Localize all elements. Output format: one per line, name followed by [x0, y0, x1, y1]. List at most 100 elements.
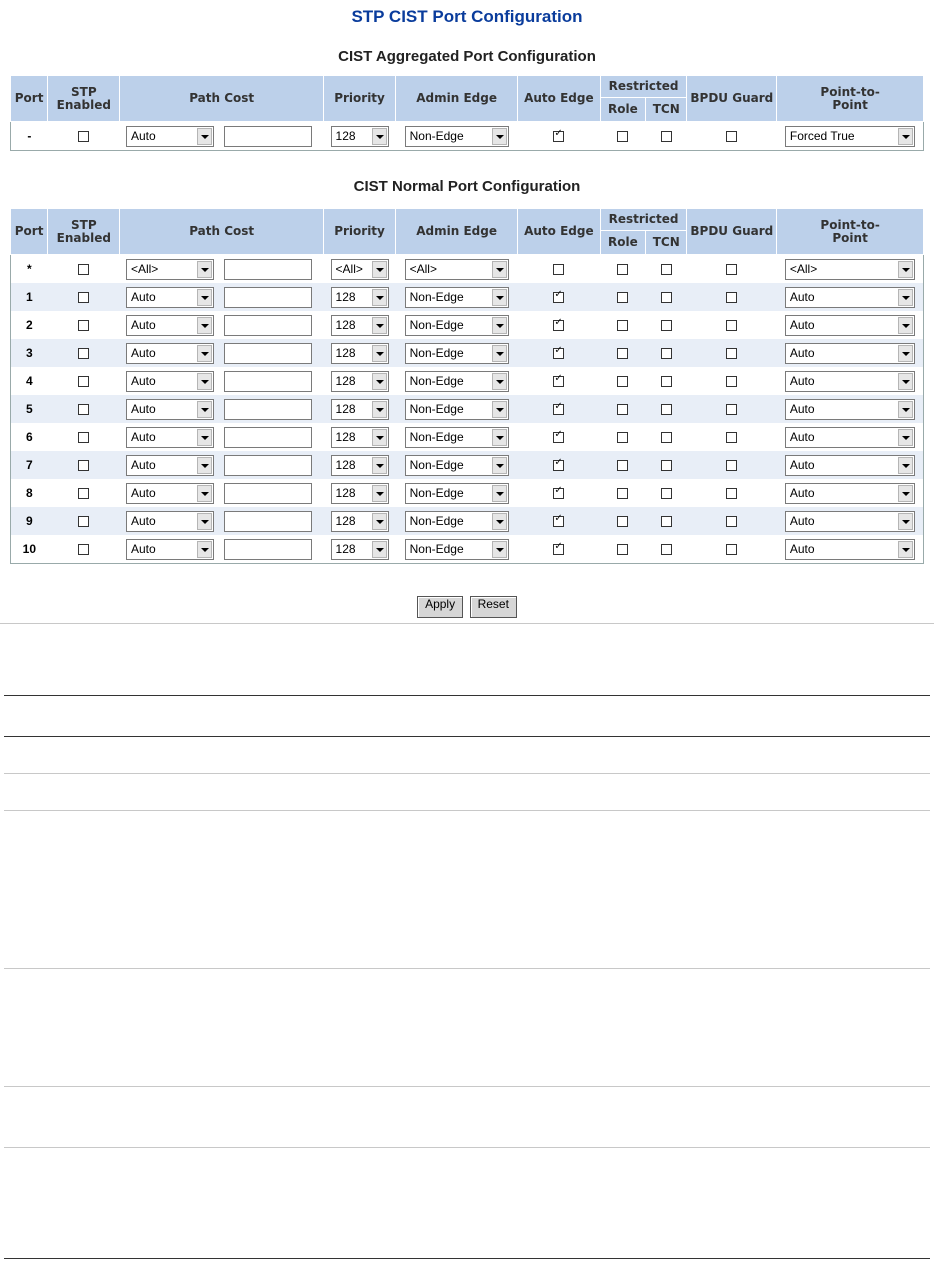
restricted-tcn-checkbox[interactable]: [660, 131, 672, 143]
chevron-down-icon[interactable]: [897, 316, 913, 334]
chevron-down-icon[interactable]: [371, 372, 387, 390]
point-to-point-select[interactable]: Forced True: [784, 125, 915, 147]
chevron-down-icon[interactable]: [491, 512, 507, 530]
restricted-role-checkbox[interactable]: [617, 488, 629, 500]
path-cost-select[interactable]: Auto: [125, 510, 214, 532]
chevron-down-icon[interactable]: [491, 260, 507, 278]
auto-edge-checkbox[interactable]: [553, 541, 565, 556]
auto-edge-checkbox[interactable]: [553, 401, 565, 416]
bpdu-guard-checkbox[interactable]: [726, 432, 738, 444]
path-cost-select[interactable]: Auto: [125, 342, 214, 364]
path-cost-select[interactable]: Auto: [125, 454, 214, 476]
priority-select[interactable]: 128: [330, 314, 389, 336]
chevron-down-icon[interactable]: [491, 456, 507, 474]
chevron-down-icon[interactable]: [897, 344, 913, 362]
priority-select[interactable]: 128: [330, 398, 389, 420]
path-cost-input[interactable]: [223, 370, 312, 392]
stp-enabled-checkbox[interactable]: [78, 544, 90, 556]
restricted-role-checkbox[interactable]: [617, 460, 629, 472]
bpdu-guard-checkbox[interactable]: [726, 264, 738, 276]
chevron-down-icon[interactable]: [371, 344, 387, 362]
priority-select[interactable]: 128: [330, 125, 389, 147]
chevron-down-icon[interactable]: [371, 288, 387, 306]
restricted-role-checkbox[interactable]: [617, 292, 629, 304]
restricted-tcn-checkbox[interactable]: [660, 348, 672, 360]
stp-enabled-checkbox[interactable]: [78, 460, 90, 472]
stp-enabled-checkbox[interactable]: [78, 348, 90, 360]
chevron-down-icon[interactable]: [491, 316, 507, 334]
path-cost-input[interactable]: [223, 342, 312, 364]
chevron-down-icon[interactable]: [371, 456, 387, 474]
chevron-down-icon[interactable]: [897, 428, 913, 446]
bpdu-guard-checkbox[interactable]: [726, 348, 738, 360]
admin-edge-select[interactable]: Non-Edge: [404, 398, 509, 420]
priority-select[interactable]: 128: [330, 286, 389, 308]
auto-edge-checkbox[interactable]: [553, 457, 565, 472]
restricted-role-checkbox[interactable]: [617, 320, 629, 332]
path-cost-select[interactable]: Auto: [125, 426, 214, 448]
stp-enabled-checkbox[interactable]: [78, 376, 90, 388]
auto-edge-checkbox[interactable]: [553, 289, 565, 304]
path-cost-select[interactable]: Auto: [125, 314, 214, 336]
stp-enabled-checkbox[interactable]: [78, 320, 90, 332]
point-to-point-select[interactable]: <All>: [784, 258, 915, 280]
admin-edge-select[interactable]: Non-Edge: [404, 286, 509, 308]
chevron-down-icon[interactable]: [897, 512, 913, 530]
admin-edge-select[interactable]: Non-Edge: [404, 314, 509, 336]
chevron-down-icon[interactable]: [196, 428, 212, 446]
chevron-down-icon[interactable]: [196, 456, 212, 474]
priority-select[interactable]: 128: [330, 342, 389, 364]
restricted-tcn-checkbox[interactable]: [660, 292, 672, 304]
auto-edge-checkbox[interactable]: [553, 513, 565, 528]
restricted-role-checkbox[interactable]: [617, 264, 629, 276]
priority-select[interactable]: 128: [330, 426, 389, 448]
path-cost-input[interactable]: [223, 398, 312, 420]
restricted-tcn-checkbox[interactable]: [660, 544, 672, 556]
chevron-down-icon[interactable]: [196, 484, 212, 502]
chevron-down-icon[interactable]: [196, 127, 212, 145]
admin-edge-select[interactable]: Non-Edge: [404, 342, 509, 364]
admin-edge-select[interactable]: Non-Edge: [404, 510, 509, 532]
point-to-point-select[interactable]: Auto: [784, 398, 915, 420]
restricted-role-checkbox[interactable]: [617, 131, 629, 143]
auto-edge-checkbox[interactable]: [553, 317, 565, 332]
admin-edge-select[interactable]: <All>: [404, 258, 509, 280]
path-cost-select[interactable]: Auto: [125, 286, 214, 308]
chevron-down-icon[interactable]: [897, 127, 913, 145]
bpdu-guard-checkbox[interactable]: [726, 376, 738, 388]
apply-button[interactable]: Apply: [417, 596, 464, 618]
admin-edge-select[interactable]: Non-Edge: [404, 482, 509, 504]
point-to-point-select[interactable]: Auto: [784, 426, 915, 448]
admin-edge-select[interactable]: Non-Edge: [404, 125, 509, 147]
chevron-down-icon[interactable]: [491, 127, 507, 145]
restricted-role-checkbox[interactable]: [617, 432, 629, 444]
chevron-down-icon[interactable]: [897, 400, 913, 418]
path-cost-input[interactable]: [223, 482, 312, 504]
bpdu-guard-checkbox[interactable]: [726, 320, 738, 332]
stp-enabled-checkbox[interactable]: [78, 264, 90, 276]
path-cost-select[interactable]: Auto: [125, 398, 214, 420]
path-cost-input[interactable]: [223, 454, 312, 476]
chevron-down-icon[interactable]: [491, 372, 507, 390]
restricted-role-checkbox[interactable]: [617, 516, 629, 528]
chevron-down-icon[interactable]: [897, 372, 913, 390]
chevron-down-icon[interactable]: [196, 512, 212, 530]
point-to-point-select[interactable]: Auto: [784, 510, 915, 532]
chevron-down-icon[interactable]: [196, 260, 212, 278]
auto-edge-checkbox[interactable]: [553, 373, 565, 388]
priority-select[interactable]: <All>: [330, 258, 389, 280]
restricted-role-checkbox[interactable]: [617, 404, 629, 416]
restricted-tcn-checkbox[interactable]: [660, 320, 672, 332]
chevron-down-icon[interactable]: [196, 288, 212, 306]
chevron-down-icon[interactable]: [491, 540, 507, 558]
path-cost-select[interactable]: Auto: [125, 482, 214, 504]
chevron-down-icon[interactable]: [196, 316, 212, 334]
auto-edge-checkbox[interactable]: [553, 429, 565, 444]
path-cost-input[interactable]: [223, 314, 312, 336]
chevron-down-icon[interactable]: [196, 540, 212, 558]
chevron-down-icon[interactable]: [491, 344, 507, 362]
chevron-down-icon[interactable]: [491, 288, 507, 306]
admin-edge-select[interactable]: Non-Edge: [404, 370, 509, 392]
bpdu-guard-checkbox[interactable]: [726, 404, 738, 416]
chevron-down-icon[interactable]: [897, 260, 913, 278]
